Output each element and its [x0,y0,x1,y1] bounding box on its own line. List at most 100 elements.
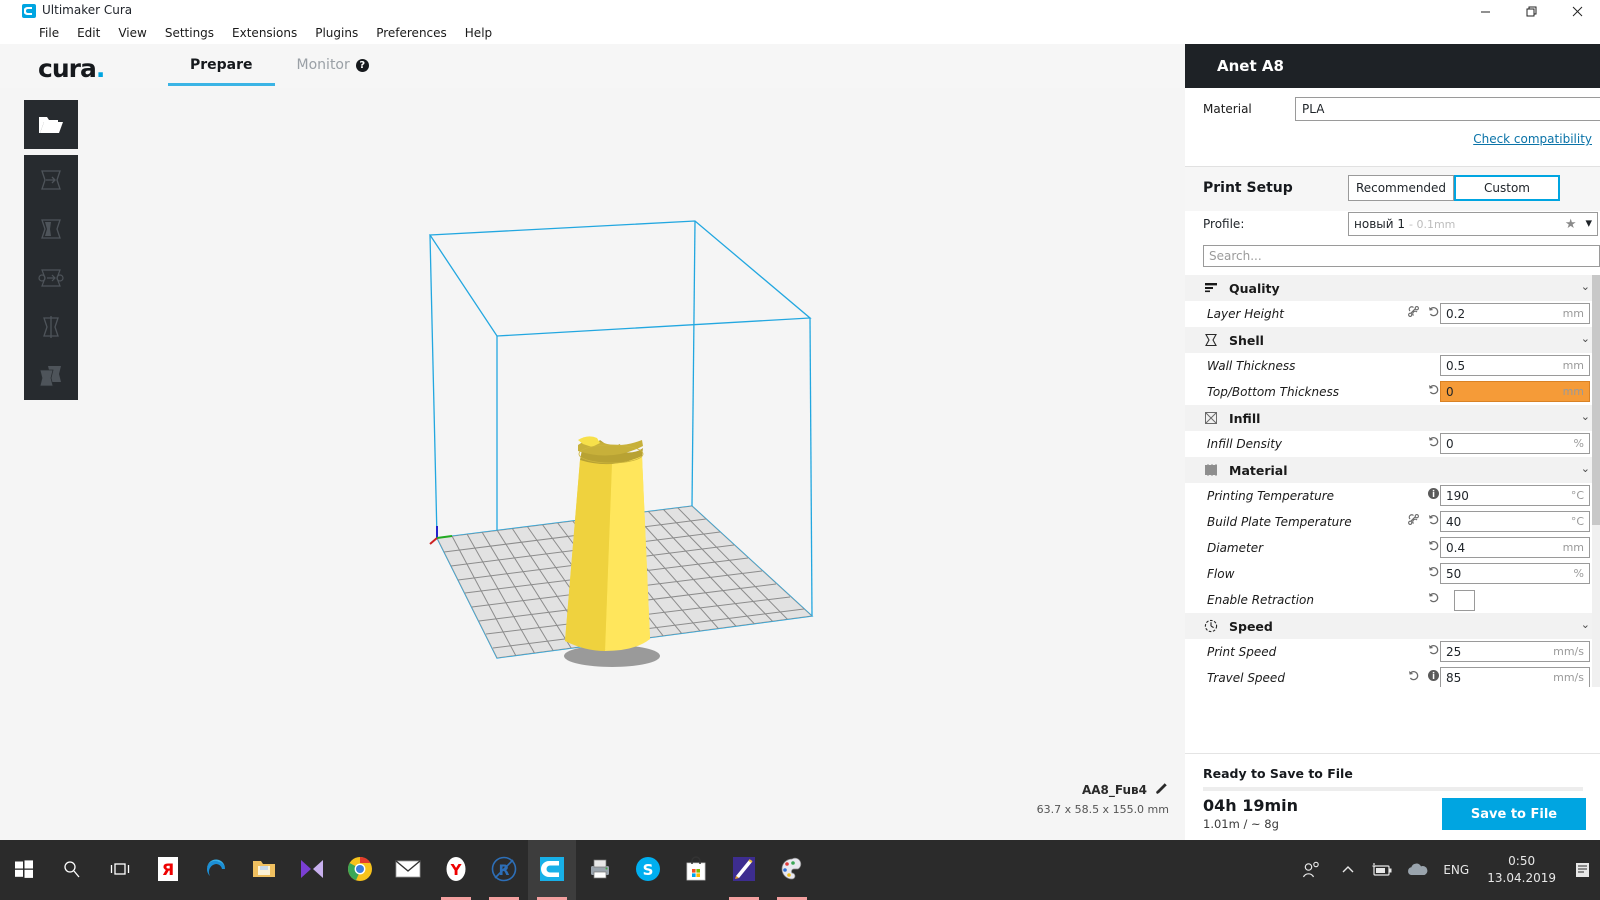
revert-icon[interactable] [1427,539,1440,555]
revert-icon[interactable] [1427,643,1440,659]
language-indicator[interactable]: ENG [1435,840,1477,900]
check-compatibility-link[interactable]: Check compatibility [1473,132,1592,146]
tab-monitor[interactable]: Monitor? [275,44,391,88]
setting-value-field[interactable]: 0.2 mm [1440,303,1590,324]
category-material[interactable]: Material ⌄ [1185,457,1600,483]
info-icon[interactable] [1427,669,1440,685]
material-select[interactable]: PLA ▾ [1295,97,1600,121]
revert-icon[interactable] [1407,669,1420,685]
setting-flow[interactable]: Flow 50 % [1185,561,1600,587]
setting-build-plate-temperature[interactable]: Build Plate Temperature 40 °C [1185,509,1600,535]
chevron-down-icon[interactable]: ⌄ [1581,332,1590,345]
setting-top-bottom-thickness[interactable]: Top/Bottom Thickness 0 mm [1185,379,1600,405]
start-button[interactable] [0,840,48,900]
settings-scrollbar-track[interactable] [1592,275,1600,687]
revert-icon[interactable] [1427,383,1440,399]
chevron-down-icon[interactable]: ⌄ [1581,280,1590,293]
setting-wall-thickness[interactable]: Wall Thickness 0.5 mm [1185,353,1600,379]
search-button[interactable] [48,840,96,900]
pencil-icon[interactable] [1155,781,1169,798]
minimize-button[interactable] [1462,0,1508,22]
setting-value-field[interactable]: 50 % [1440,563,1590,584]
machine-selector[interactable]: Anet A8 [1185,44,1600,88]
menu-settings[interactable]: Settings [156,24,223,42]
taskbar-r-app[interactable]: R [480,840,528,900]
settings-scrollbar-thumb[interactable] [1592,275,1600,525]
taskbar-yandex-ya[interactable]: Я [144,840,192,900]
taskbar-explorer[interactable] [240,840,288,900]
menu-file[interactable]: File [30,24,68,42]
chevron-down-icon[interactable]: ⌄ [1581,462,1590,475]
taskbar-skype[interactable]: S [624,840,672,900]
revert-icon[interactable] [1427,435,1440,451]
taskbar-edge[interactable] [192,840,240,900]
setting-printing-temperature[interactable]: Printing Temperature 190 °C [1185,483,1600,509]
category-quality[interactable]: Quality ⌄ [1185,275,1600,301]
setting-value-field[interactable]: 25 mm/s [1440,641,1590,662]
menu-view[interactable]: View [109,24,155,42]
move-tool[interactable] [24,155,78,204]
show-hidden-icons-button[interactable] [1331,840,1365,900]
setting-checkbox[interactable] [1454,590,1475,611]
revert-icon[interactable] [1427,305,1440,321]
setting-value-field[interactable]: 0.5 mm [1440,355,1590,376]
menu-preferences[interactable]: Preferences [367,24,456,42]
chevron-down-icon[interactable]: ⌄ [1581,410,1590,423]
maximize-button[interactable] [1508,0,1554,22]
revert-icon[interactable] [1427,591,1440,607]
taskbar-cura[interactable] [528,840,576,900]
taskbar-media-player[interactable] [288,840,336,900]
profile-select[interactable]: новый 1 - 0.1mm ★ ▾ [1348,212,1598,236]
taskbar-pen-app[interactable] [720,840,768,900]
setting-value-field[interactable]: 0 % [1440,433,1590,454]
tab-prepare[interactable]: Prepare [168,44,275,88]
menu-plugins[interactable]: Plugins [306,24,367,42]
battery-charging-icon[interactable] [1365,840,1399,900]
category-infill[interactable]: Infill ⌄ [1185,405,1600,431]
setting-value-field[interactable]: 190 °C [1440,485,1590,506]
clock[interactable]: 0:50 13.04.2019 [1477,840,1566,900]
setting-value-field[interactable]: 0 mm [1440,381,1590,402]
menu-extensions[interactable]: Extensions [223,24,306,42]
taskbar-printer[interactable] [576,840,624,900]
taskbar-mail[interactable] [384,840,432,900]
setting-value-field[interactable]: 85 mm/s [1440,667,1590,687]
onedrive-icon[interactable] [1399,840,1435,900]
mirror-tool[interactable] [24,302,78,351]
menu-help[interactable]: Help [456,24,501,42]
setting-value-field[interactable]: 0.4 mm [1440,537,1590,558]
favorite-star-icon[interactable]: ★ [1565,217,1577,232]
link-icon[interactable] [1407,513,1420,529]
setting-layer-height[interactable]: Layer Height 0.2 mm [1185,301,1600,327]
rotate-tool[interactable] [24,253,78,302]
help-icon[interactable]: ? [355,59,369,72]
setting-enable-retraction[interactable]: Enable Retraction [1185,587,1600,613]
settings-list[interactable]: Quality ⌄ Layer Height 0.2 mm Shell ⌄ Wa… [1185,275,1600,687]
setting-value-field[interactable]: 40 °C [1440,511,1590,532]
save-to-file-button[interactable]: Save to File [1442,798,1586,830]
taskbar-store[interactable] [672,840,720,900]
setting-print-speed[interactable]: Print Speed 25 mm/s [1185,639,1600,665]
info-icon[interactable] [1427,487,1440,503]
taskbar-chrome[interactable] [336,840,384,900]
open-file-tool[interactable] [24,100,78,149]
close-button[interactable] [1554,0,1600,22]
per-model-settings-tool[interactable] [24,351,78,400]
task-view-button[interactable] [96,840,144,900]
build-plate-viewport[interactable]: AA8_Fuв4 63.7 x 58.5 x 155.0 mm [0,88,1185,840]
taskbar-paint[interactable] [768,840,816,900]
taskbar-yandex-browser[interactable]: Y [432,840,480,900]
setting-diameter[interactable]: Diameter 0.4 mm [1185,535,1600,561]
category-shell[interactable]: Shell ⌄ [1185,327,1600,353]
revert-icon[interactable] [1427,565,1440,581]
revert-icon[interactable] [1427,513,1440,529]
setting-infill-density[interactable]: Infill Density 0 % [1185,431,1600,457]
people-icon[interactable] [1291,840,1331,900]
mode-recommended-button[interactable]: Recommended [1348,175,1454,201]
link-icon[interactable] [1407,305,1420,321]
category-speed[interactable]: Speed ⌄ [1185,613,1600,639]
setting-travel-speed[interactable]: Travel Speed 85 mm/s [1185,665,1600,687]
notification-icon[interactable] [1566,840,1600,900]
settings-search-input[interactable]: Search... [1203,245,1600,267]
scale-tool[interactable] [24,204,78,253]
